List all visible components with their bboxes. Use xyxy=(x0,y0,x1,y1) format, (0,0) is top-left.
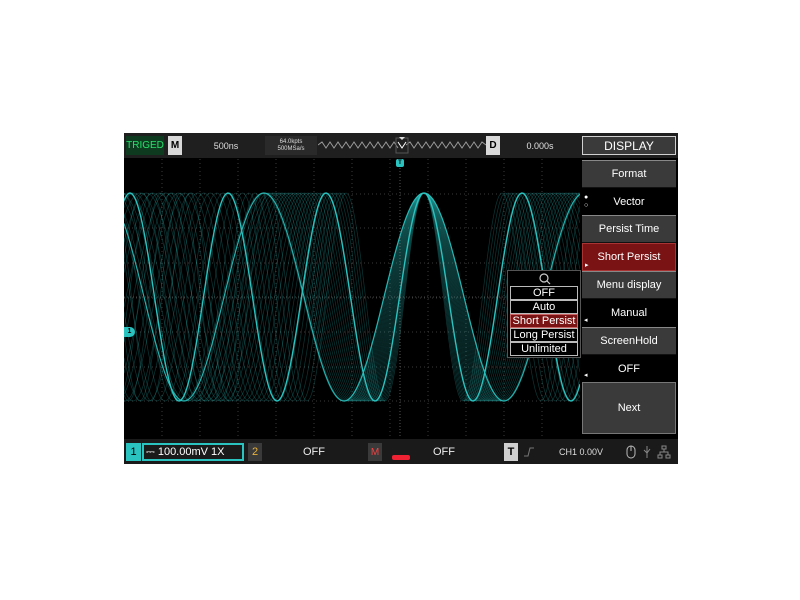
popup-option-short-persist[interactable]: Short Persist xyxy=(510,314,578,328)
bottom-status-bar: 1 ⎓ 100.00mV 1X 2 OFF M OFF T CH1 0.00V xyxy=(124,439,678,464)
arrow-right-icon: ▸ xyxy=(585,262,589,269)
menu-title: DISPLAY xyxy=(582,136,676,155)
ch2-value: OFF xyxy=(303,446,325,458)
next-page-button[interactable]: Next xyxy=(582,382,676,434)
radio-empty-icon: ○ xyxy=(584,202,589,209)
ch2-badge[interactable]: 2 xyxy=(248,443,262,461)
arrow-left-icon: ◂ xyxy=(584,317,588,324)
knob-icon xyxy=(538,272,552,285)
persist-time-softkey[interactable]: Persist Time xyxy=(582,215,676,243)
trigger-level: CH1 0.00V xyxy=(558,447,604,457)
screenhold-value-label: OFF xyxy=(618,362,640,375)
popup-option-off[interactable]: OFF xyxy=(510,286,578,300)
rising-edge-icon xyxy=(522,443,536,461)
popup-option-auto[interactable]: Auto xyxy=(510,300,578,314)
persist-time-value-label: Short Persist xyxy=(597,251,661,263)
format-value[interactable]: ● ○ Vector xyxy=(582,188,676,215)
radio-filled-icon: ● xyxy=(584,194,589,201)
screenhold-softkey[interactable]: ScreenHold xyxy=(582,327,676,355)
menu-display-softkey[interactable]: Menu display xyxy=(582,271,676,299)
sample-rate: 500MSa/s xyxy=(277,145,305,152)
popup-option-unlimited[interactable]: Unlimited xyxy=(510,342,578,356)
trigger-position-marker[interactable]: T xyxy=(396,159,404,167)
format-value-label: Vector xyxy=(613,195,645,208)
horizontal-badge[interactable]: M xyxy=(168,136,182,155)
arrow-left-icon: ◂ xyxy=(584,372,588,379)
usb-icon xyxy=(640,443,654,461)
menu-display-value-label: Manual xyxy=(610,307,648,319)
persist-time-value[interactable]: ▸ Short Persist xyxy=(582,243,676,271)
timebase-value: 500ns xyxy=(213,140,239,151)
screenhold-value[interactable]: ◂ OFF xyxy=(582,355,676,382)
memory-info: 64.0kpts 500MSa/s xyxy=(265,136,317,155)
top-status-bar: TRIGED M 500ns 64.0kpts 500MSa/s D 0.000… xyxy=(124,133,678,158)
format-softkey[interactable]: Format xyxy=(582,160,676,188)
oscilloscope-screen: TRIGED M 500ns 64.0kpts 500MSa/s D 0.000… xyxy=(124,133,678,464)
waveform-overview xyxy=(318,136,486,155)
ch1-badge[interactable]: 1 xyxy=(126,443,141,461)
trigger-status: TRIGED xyxy=(126,136,164,155)
math-value: OFF xyxy=(433,446,455,458)
memory-depth: 64.0kpts xyxy=(279,138,303,145)
network-icon xyxy=(656,443,672,461)
waveform-display: T 1 OFF Auto Short Persist Long Persist … xyxy=(124,159,581,436)
display-menu: Format ● ○ Vector Persist Time ▸ Short P… xyxy=(582,160,678,434)
persist-time-popup: OFF Auto Short Persist Long Persist Unli… xyxy=(507,270,581,358)
delay-badge[interactable]: D xyxy=(486,136,500,155)
ch1-ground-marker[interactable]: 1 xyxy=(124,327,135,337)
menu-display-value[interactable]: ◂ Manual xyxy=(582,299,676,327)
trigger-delay-value: 0.000s xyxy=(526,140,554,151)
math-badge[interactable]: M xyxy=(368,443,382,461)
ch1-setting[interactable]: ⎓ 100.00mV 1X xyxy=(142,443,244,461)
trigger-badge[interactable]: T xyxy=(504,443,518,461)
popup-option-long-persist[interactable]: Long Persist xyxy=(510,328,578,342)
mouse-icon xyxy=(624,443,638,461)
